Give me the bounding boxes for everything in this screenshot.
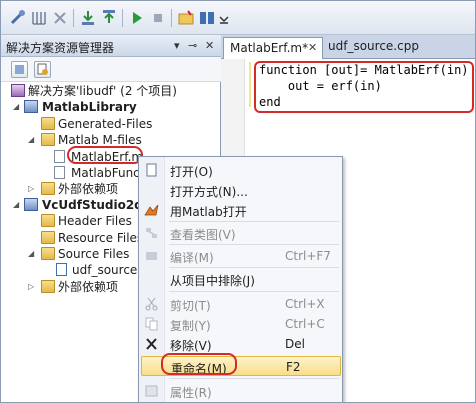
folder-icon xyxy=(41,280,55,293)
folder-icon xyxy=(41,231,55,244)
file-icon xyxy=(54,166,65,179)
tree-item-folder[interactable]: Generated-Files xyxy=(1,116,221,132)
show-all-files-button[interactable] xyxy=(34,61,51,78)
annotation-box xyxy=(254,61,474,113)
compile-icon xyxy=(146,252,157,260)
show-all-files-icon xyxy=(37,63,48,75)
menu-item-view-class-diagram[interactable]: 查看类图(V) xyxy=(139,223,342,243)
folder-open-icon[interactable] xyxy=(177,9,195,27)
menu-item-properties[interactable]: 属性(R) xyxy=(139,381,342,401)
copy-icon xyxy=(145,317,158,331)
cpp-file-icon xyxy=(56,263,67,276)
project-icon xyxy=(24,100,38,113)
properties-icon xyxy=(145,385,158,397)
main-toolbar xyxy=(1,1,475,35)
close-tab-icon[interactable]: ✕ xyxy=(308,41,317,54)
download-icon[interactable] xyxy=(79,9,97,27)
class-diagram-icon xyxy=(146,228,157,238)
expand-arrow-icon[interactable]: ▷ xyxy=(28,279,34,295)
book-icon[interactable] xyxy=(198,9,216,27)
tree-item-project[interactable]: ◢ MatlabLibrary xyxy=(1,99,221,115)
menu-item-remove[interactable]: 移除(V) Del xyxy=(139,334,342,354)
menu-item-open[interactable]: 打开(O) xyxy=(139,160,342,180)
file-icon xyxy=(54,150,65,163)
menu-item-copy[interactable]: 复制(Y) Ctrl+C xyxy=(139,314,342,334)
folder-icon xyxy=(41,182,55,195)
folder-open-icon xyxy=(41,247,55,260)
collapse-arrow-icon[interactable]: ◢ xyxy=(13,197,19,213)
menu-item-exclude[interactable]: 从项目中排除(J) xyxy=(139,269,342,289)
cut-icon xyxy=(145,297,158,311)
tools-icon[interactable] xyxy=(9,9,27,27)
dropdown-icon[interactable]: ▾ xyxy=(174,39,180,52)
menu-item-cut[interactable]: 剪切(T) Ctrl+X xyxy=(139,294,342,314)
upload-icon[interactable] xyxy=(100,9,118,27)
tree-item-solution[interactable]: 解决方案'libudf' (2 个项目) xyxy=(1,83,221,99)
folder-open-icon xyxy=(41,133,55,146)
play-icon[interactable] xyxy=(128,9,146,27)
stop-icon[interactable] xyxy=(149,9,167,27)
expand-arrow-icon[interactable]: ▷ xyxy=(28,181,34,197)
collapse-arrow-icon[interactable]: ◢ xyxy=(28,246,34,262)
overflow-icon[interactable] xyxy=(217,9,235,27)
solution-icon xyxy=(11,84,25,97)
change-marker xyxy=(249,62,251,107)
project-icon xyxy=(24,198,38,211)
matlab-icon xyxy=(144,204,159,216)
folder-icon xyxy=(41,214,55,227)
grid-icon[interactable] xyxy=(30,9,48,27)
panel-header: 解决方案资源管理器 ▾ ⊸ ✕ xyxy=(1,35,221,57)
properties-button[interactable] xyxy=(11,61,28,78)
close-icon[interactable]: ✕ xyxy=(205,39,214,52)
folder-icon xyxy=(41,117,55,130)
ide-window: 解决方案资源管理器 ▾ ⊸ ✕ 解决方案'libudf' (2 个项目) ◢ M… xyxy=(0,0,476,403)
annotation-oval xyxy=(161,353,237,375)
editor-tabs: MatlabErf.m* ✕ udf_source.cpp xyxy=(221,35,475,59)
panel-title: 解决方案资源管理器 xyxy=(6,41,115,55)
collapse-arrow-icon[interactable]: ◢ xyxy=(13,99,19,115)
panel-toolbar xyxy=(1,57,221,82)
collapse-arrow-icon[interactable]: ◢ xyxy=(28,132,34,148)
annotation-oval xyxy=(67,146,143,164)
menu-item-open-matlab[interactable]: 用Matlab打开 xyxy=(139,200,342,220)
tab-matlaberf[interactable]: MatlabErf.m* ✕ xyxy=(223,37,323,59)
menu-item-open-with[interactable]: 打开方式(N)... xyxy=(139,180,342,200)
menu-item-compile[interactable]: 编译(M) Ctrl+F7 xyxy=(139,246,342,266)
tab-udf-source[interactable]: udf_source.cpp xyxy=(328,39,419,53)
remove-icon xyxy=(146,338,157,350)
open-icon xyxy=(146,163,157,177)
properties-icon xyxy=(15,65,24,74)
remove-tool-icon[interactable] xyxy=(51,9,69,27)
pin-icon[interactable]: ⊸ xyxy=(188,39,197,52)
